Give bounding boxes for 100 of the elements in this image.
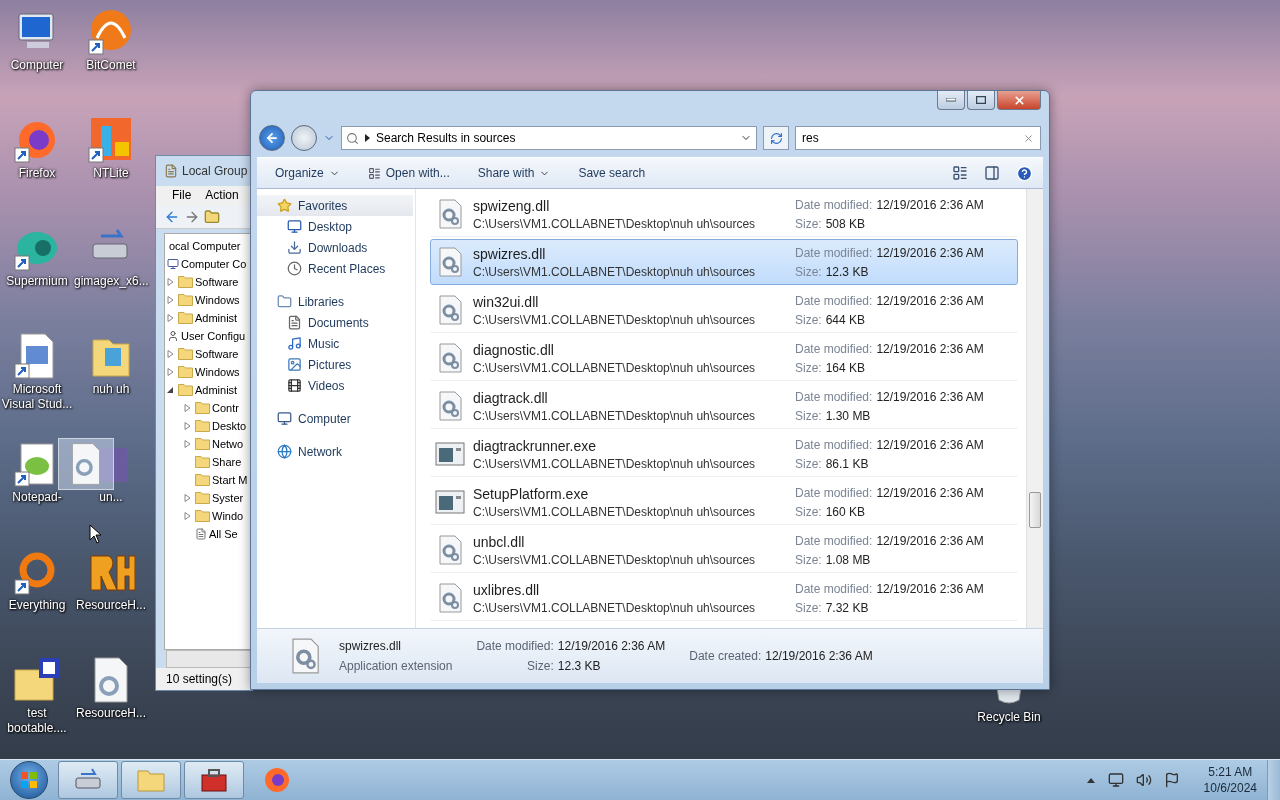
file-path: C:\Users\VM1.COLLABNET\Desktop\nuh uh\sources xyxy=(473,504,757,519)
tree-item[interactable]: All Se xyxy=(209,528,238,540)
file-row[interactable]: spwizres.dll C:\Users\VM1.COLLABNET\Desktop\nuh uh\sources Date modified: 12/19/2016 2:36 AM Size: 12.3 KB xyxy=(430,239,1018,285)
file-row[interactable]: SetupPlatform.exe C:\Users\VM1.COLLABNET\Desktop\nuh uh\sources Date modified: 12/19/2016 2:36 AM Size: 160 KB xyxy=(430,479,1018,525)
date-value: 12/19/2016 2:36 AM xyxy=(876,293,984,308)
taskbar-button[interactable] xyxy=(121,761,181,799)
desktop-icon-label[interactable]: Recycle Bin xyxy=(972,710,1046,725)
tree-item[interactable]: Windows xyxy=(195,366,240,378)
toolbar-button[interactable]: Save search xyxy=(570,162,654,184)
toolbar-button[interactable]: Share with xyxy=(469,162,559,184)
tree-item[interactable]: Deskto xyxy=(212,420,247,432)
expand-triangle-icon[interactable] xyxy=(184,440,191,448)
tree-item[interactable]: Administ xyxy=(195,384,238,396)
tree-item[interactable]: Computer Co xyxy=(181,258,247,270)
speaker-icon[interactable] xyxy=(1135,772,1152,788)
tree-item[interactable]: Software xyxy=(195,348,239,360)
file-row[interactable]: spwizeng.dll C:\Users\VM1.COLLABNET\Desktop\nuh uh\sources Date modified: 12/19/2016 2:36 AM Size: 508 KB xyxy=(430,191,1018,237)
toolbar-label: Open with... xyxy=(385,166,450,180)
collapse-triangle-icon[interactable] xyxy=(167,386,174,394)
desktop-icon-label[interactable]: Microsoft Visual Stud... xyxy=(0,382,74,412)
clear-icon[interactable] xyxy=(1023,132,1034,144)
desktop-icon-label[interactable]: Supermium xyxy=(0,274,74,289)
nav-item[interactable]: Desktop xyxy=(257,216,415,237)
desktop-icon-label[interactable]: test bootable.... xyxy=(0,706,74,736)
details-file-name: spwizres.dll xyxy=(339,639,402,653)
expand-triangle-icon[interactable] xyxy=(184,422,191,430)
desktop-icon-label[interactable]: gimagex_x6... xyxy=(74,274,148,289)
tree-item[interactable]: ocal Computer xyxy=(169,240,241,252)
show-desktop-button[interactable] xyxy=(1267,760,1280,800)
folder-icon[interactable] xyxy=(204,209,220,225)
view-options-icon[interactable] xyxy=(952,165,968,181)
back-button[interactable] xyxy=(259,125,285,151)
nav-group[interactable]: Favorites xyxy=(257,195,413,216)
maximize-button[interactable] xyxy=(967,91,995,110)
desktop-icon-label[interactable]: Notepad- xyxy=(0,490,74,505)
tree-item[interactable]: Software xyxy=(195,276,239,288)
address-bar[interactable]: Search Results in sources xyxy=(341,126,757,150)
close-button[interactable] xyxy=(997,91,1041,110)
menu-item[interactable]: Action xyxy=(205,188,239,202)
clock[interactable]: 5:21 AM 10/6/2024 xyxy=(1203,765,1257,795)
search-field[interactable]: res xyxy=(795,126,1041,150)
taskbar-button[interactable] xyxy=(58,761,118,799)
star-icon xyxy=(277,198,292,213)
file-row[interactable]: unbcl.dll C:\Users\VM1.COLLABNET\Desktop\nuh uh\sources Date modified: 12/19/2016 2:36 AM Size: 1.08 MB xyxy=(430,527,1018,573)
breadcrumb-arrow-icon[interactable] xyxy=(365,134,370,142)
expand-triangle-icon[interactable] xyxy=(167,368,174,376)
horizontal-scrollbar[interactable] xyxy=(166,650,252,668)
expand-triangle-icon[interactable] xyxy=(167,278,174,286)
back-icon[interactable] xyxy=(164,209,180,225)
tree-item[interactable]: Windows xyxy=(195,294,240,306)
nav-group[interactable]: Network xyxy=(257,441,415,462)
file-row[interactable]: uxlibres.dll C:\Users\VM1.COLLABNET\Desktop\nuh uh\sources Date modified: 12/19/2016 2:36 AM Size: 7.32 KB xyxy=(430,575,1018,621)
nav-item[interactable]: Pictures xyxy=(257,354,415,375)
tree-item[interactable]: User Configu xyxy=(181,330,246,342)
file-row[interactable]: diagtrack.dll C:\Users\VM1.COLLABNET\Desktop\nuh uh\sources Date modified: 12/19/2016 2:36 AM Size: 1.30 MB xyxy=(430,383,1018,429)
file-row[interactable]: diagnostic.dll C:\Users\VM1.COLLABNET\Desktop\nuh uh\sources Date modified: 12/19/2016 2:36 AM Size: 164 KB xyxy=(430,335,1018,381)
tree-item[interactable]: Syster xyxy=(212,492,244,504)
menu-item[interactable]: File xyxy=(172,188,192,202)
toolbar-button[interactable]: Organize xyxy=(267,162,348,184)
file-row[interactable]: win32ui.dll C:\Users\VM1.COLLABNET\Desktop\nuh uh\sources Date modified: 12/19/2016 2:36 AM Size: 644 KB xyxy=(430,287,1018,333)
expand-triangle-icon[interactable] xyxy=(184,512,191,520)
preview-pane-icon[interactable] xyxy=(984,165,1000,181)
tree-item[interactable]: Netwo xyxy=(212,438,244,450)
desktop-icon-label[interactable]: ResourceH... xyxy=(74,598,148,613)
expand-triangle-icon[interactable] xyxy=(167,314,174,322)
forward-icon[interactable] xyxy=(184,209,200,225)
expand-triangle-icon[interactable] xyxy=(184,494,191,502)
vertical-scrollbar[interactable] xyxy=(1026,189,1043,628)
desktop-icon-label[interactable]: Everything xyxy=(0,598,74,613)
flag-icon[interactable] xyxy=(1163,772,1180,788)
nav-item[interactable]: Documents xyxy=(257,312,415,333)
taskbar-button[interactable] xyxy=(184,761,244,799)
expand-triangle-icon[interactable] xyxy=(167,350,174,358)
network-icon[interactable] xyxy=(1107,772,1124,788)
file-row[interactable]: diagtrackrunner.exe C:\Users\VM1.COLLABNET\Desktop\nuh uh\sources Date modified: 12/19/2016 2:36 AM Size: 86.1 KB xyxy=(430,431,1018,477)
nav-group[interactable]: Computer xyxy=(257,408,415,429)
date-label: Date modified: xyxy=(795,197,873,212)
tree-item[interactable]: Contr xyxy=(212,402,239,414)
tree-item[interactable]: Administ xyxy=(195,312,238,324)
nav-item[interactable]: Videos xyxy=(257,375,415,396)
toolbar-button[interactable]: Open with... xyxy=(359,162,458,184)
nav-item[interactable]: Recent Places xyxy=(257,258,415,279)
tree-item[interactable]: Share xyxy=(212,456,242,468)
help-icon[interactable] xyxy=(1016,164,1033,182)
start-button[interactable] xyxy=(10,761,48,799)
minimize-button[interactable] xyxy=(937,91,965,110)
nav-item[interactable]: Downloads xyxy=(257,237,415,258)
desktop-icon-label[interactable]: nuh uh xyxy=(74,382,148,397)
desktop-icon-label[interactable]: ResourceH... xyxy=(74,706,148,721)
expand-triangle-icon[interactable] xyxy=(167,296,174,304)
nav-group[interactable]: Libraries xyxy=(257,291,415,312)
expand-triangle-icon[interactable] xyxy=(184,404,191,412)
folder-icon xyxy=(195,420,210,432)
desktop-icon-label[interactable]: un... xyxy=(74,490,148,505)
tree-item[interactable]: Windo xyxy=(212,510,244,522)
refresh-button[interactable] xyxy=(763,126,789,150)
show-hidden-icons[interactable] xyxy=(1085,776,1096,784)
nav-item[interactable]: Music xyxy=(257,333,415,354)
tree-item[interactable]: Start M xyxy=(212,474,248,486)
forward-button[interactable] xyxy=(291,125,317,151)
